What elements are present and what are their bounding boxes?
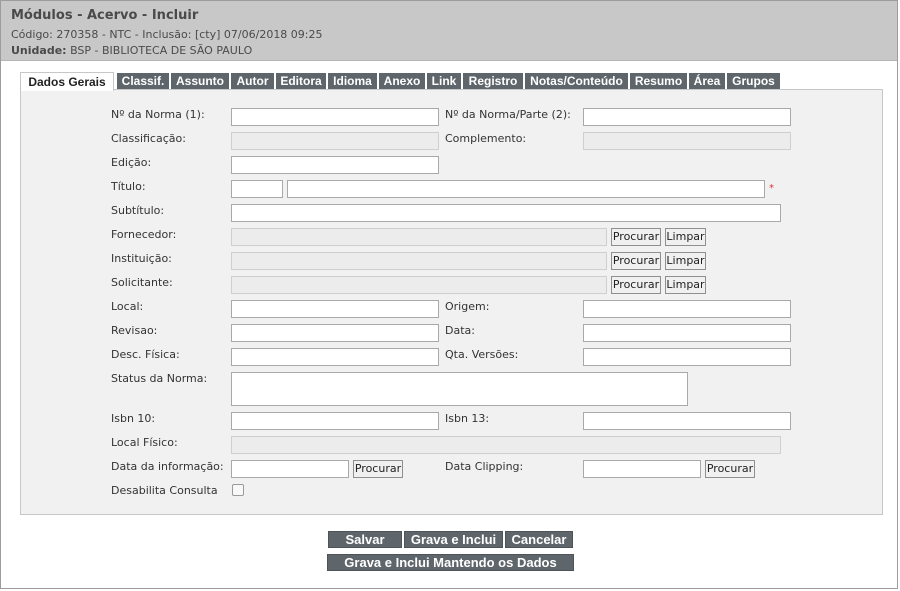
isbn10-label: Isbn 10: bbox=[111, 412, 156, 425]
tab-grupos[interactable]: Grupos bbox=[727, 73, 780, 90]
dados-gerais-panel: Nº da Norma (1): Nº da Norma/Parte (2): … bbox=[20, 89, 883, 515]
cancelar-button[interactable]: Cancelar bbox=[505, 531, 573, 548]
norma2-label: Nº da Norma/Parte (2): bbox=[445, 108, 571, 121]
local-fisico-field bbox=[231, 436, 781, 454]
titulo-prefix-input[interactable] bbox=[231, 180, 283, 198]
revisao-input[interactable] bbox=[231, 324, 439, 342]
desc-fisica-input[interactable] bbox=[231, 348, 439, 366]
norma2-input[interactable] bbox=[583, 108, 791, 126]
data-clipping-label: Data Clipping: bbox=[445, 460, 524, 473]
unit-line: Unidade: BSP - BIBLIOTECA DE SÃO PAULO bbox=[11, 44, 252, 57]
page-title: Módulos - Acervo - Incluir bbox=[11, 8, 199, 23]
desabilita-consulta-label: Desabilita Consulta bbox=[111, 484, 218, 497]
tab-area[interactable]: Área bbox=[689, 73, 725, 90]
unit-value: BSP - BIBLIOTECA DE SÃO PAULO bbox=[70, 44, 253, 57]
fornecedor-procurar-button[interactable]: Procurar bbox=[611, 228, 661, 246]
complemento-field bbox=[583, 132, 791, 150]
titulo-label: Título: bbox=[111, 180, 146, 193]
instituicao-limpar-button[interactable]: Limpar bbox=[665, 252, 706, 270]
instituicao-field bbox=[231, 252, 607, 270]
page-header: Módulos - Acervo - Incluir Código: 27035… bbox=[1, 1, 897, 61]
norma1-label: Nº da Norma (1): bbox=[111, 108, 205, 121]
data-clipping-input[interactable] bbox=[583, 460, 701, 478]
desabilita-consulta-checkbox[interactable] bbox=[232, 484, 244, 496]
salvar-button[interactable]: Salvar bbox=[328, 531, 402, 548]
isbn10-input[interactable] bbox=[231, 412, 439, 430]
grava-inclui-button[interactable]: Grava e Inclui bbox=[404, 531, 503, 548]
fornecedor-label: Fornecedor: bbox=[111, 228, 177, 241]
qta-versoes-input[interactable] bbox=[583, 348, 791, 366]
tab-autor[interactable]: Autor bbox=[231, 73, 274, 90]
data-input[interactable] bbox=[583, 324, 791, 342]
subtitulo-input[interactable] bbox=[231, 204, 781, 222]
record-code-line: Código: 270358 - NTC - Inclusão: [cty] 0… bbox=[11, 28, 323, 41]
classificacao-label: Classificação: bbox=[111, 132, 186, 145]
fornecedor-limpar-button[interactable]: Limpar bbox=[665, 228, 706, 246]
desc-fisica-label: Desc. Física: bbox=[111, 348, 180, 361]
grava-inclui-mantendo-button[interactable]: Grava e Inclui Mantendo os Dados bbox=[327, 554, 574, 571]
titulo-input[interactable] bbox=[287, 180, 765, 198]
unit-label: Unidade: bbox=[11, 44, 67, 57]
status-norma-textarea[interactable] bbox=[231, 372, 688, 406]
data-clipping-procurar-button[interactable]: Procurar bbox=[705, 460, 755, 478]
local-input[interactable] bbox=[231, 300, 439, 318]
data-informacao-label: Data da informação: bbox=[111, 460, 224, 473]
solicitante-label: Solicitante: bbox=[111, 276, 173, 289]
subtitulo-label: Subtítulo: bbox=[111, 204, 165, 217]
tab-anexo[interactable]: Anexo bbox=[379, 73, 425, 90]
instituicao-procurar-button[interactable]: Procurar bbox=[611, 252, 661, 270]
tab-idioma[interactable]: Idioma bbox=[328, 73, 377, 90]
tab-resumo[interactable]: Resumo bbox=[630, 73, 687, 90]
status-norma-label: Status da Norma: bbox=[111, 372, 208, 385]
tab-dados-gerais[interactable]: Dados Gerais bbox=[20, 72, 114, 91]
edicao-label: Edição: bbox=[111, 156, 152, 169]
tab-assunto[interactable]: Assunto bbox=[171, 73, 229, 90]
norma1-input[interactable] bbox=[231, 108, 439, 126]
tab-registro[interactable]: Registro bbox=[463, 73, 523, 90]
local-fisico-label: Local Físico: bbox=[111, 436, 178, 449]
instituicao-label: Instituição: bbox=[111, 252, 172, 265]
tab-notas-conteudo[interactable]: Notas/Conteúdo bbox=[525, 73, 628, 90]
local-label: Local: bbox=[111, 300, 144, 313]
tab-editora[interactable]: Editora bbox=[276, 73, 326, 90]
revisao-label: Revisao: bbox=[111, 324, 158, 337]
tab-link[interactable]: Link bbox=[427, 73, 461, 90]
solicitante-procurar-button[interactable]: Procurar bbox=[611, 276, 661, 294]
solicitante-limpar-button[interactable]: Limpar bbox=[665, 276, 706, 294]
classificacao-field bbox=[231, 132, 439, 150]
titulo-required-mark: * bbox=[769, 183, 774, 194]
edicao-input[interactable] bbox=[231, 156, 439, 174]
complemento-label: Complemento: bbox=[445, 132, 527, 145]
fornecedor-field bbox=[231, 228, 607, 246]
data-informacao-input[interactable] bbox=[231, 460, 349, 478]
isbn13-input[interactable] bbox=[583, 412, 791, 430]
acervo-incluir-window: Módulos - Acervo - Incluir Código: 27035… bbox=[0, 0, 898, 589]
tab-classif[interactable]: Classif. bbox=[117, 73, 169, 90]
qta-versoes-label: Qta. Versões: bbox=[445, 348, 519, 361]
data-informacao-procurar-button[interactable]: Procurar bbox=[353, 460, 403, 478]
data-label: Data: bbox=[445, 324, 475, 337]
isbn13-label: Isbn 13: bbox=[445, 412, 490, 425]
solicitante-field bbox=[231, 276, 607, 294]
origem-label: Origem: bbox=[445, 300, 490, 313]
origem-input[interactable] bbox=[583, 300, 791, 318]
